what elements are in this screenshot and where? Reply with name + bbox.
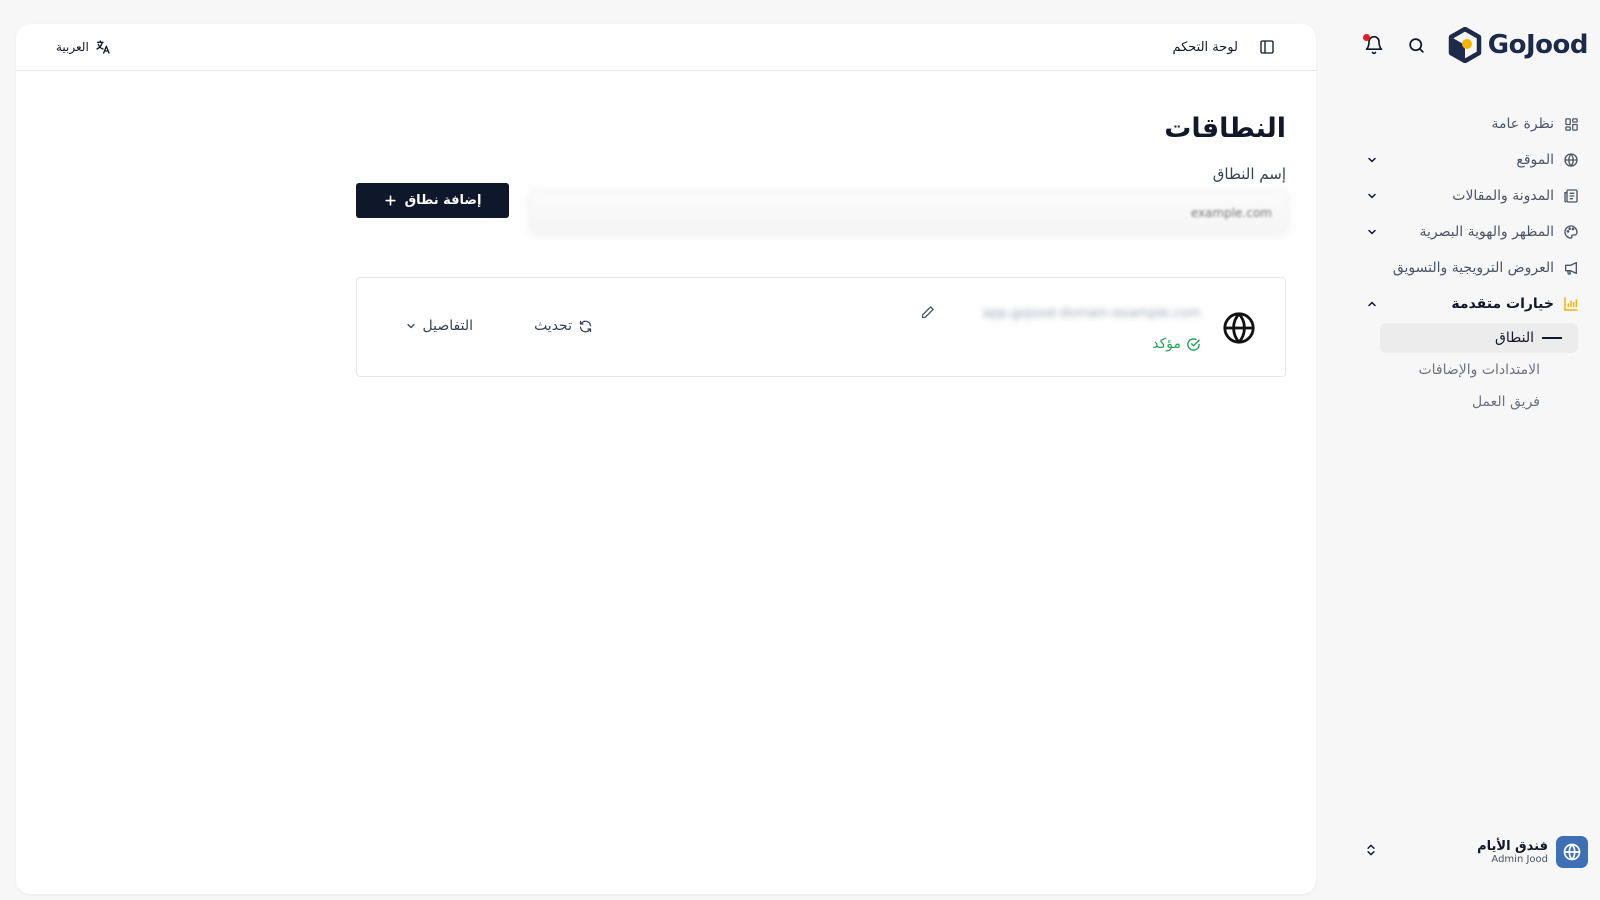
pencil-icon	[921, 305, 934, 318]
brand-logo[interactable]: GoJood	[1448, 27, 1589, 63]
chevron-down-icon[interactable]	[1364, 188, 1380, 204]
org-user: Admin Jood	[1491, 854, 1548, 865]
sidebar-tools	[1362, 33, 1428, 57]
add-domain-button[interactable]: إضافة نطاق	[356, 183, 509, 218]
domain-input[interactable]	[531, 193, 1286, 233]
sidebar-item-label: المدونة والمقالات	[1452, 188, 1554, 204]
status-badge: مؤكد	[1152, 336, 1181, 352]
sidebar-toggle-button[interactable]	[1258, 38, 1276, 56]
sidebar-item-label: خيارات متقدمة	[1451, 296, 1554, 312]
language-label: العربية	[56, 40, 89, 54]
sidebar-item-advanced[interactable]: خيارات متقدمة	[1350, 286, 1600, 322]
add-domain-form: إضافة نطاق	[356, 183, 1286, 237]
chevrons-up-down-icon	[1364, 841, 1378, 863]
org-switcher[interactable]: فندق الأيام Admin Jood	[1364, 832, 1588, 872]
domain-name-label: إسم النطاق	[1212, 165, 1286, 183]
org-info: فندق الأيام Admin Jood	[1477, 836, 1588, 868]
sidebar-subitem-extensions[interactable]: الامتدادات والإضافات	[1380, 355, 1578, 385]
org-avatar	[1556, 836, 1588, 868]
active-indicator	[1542, 337, 1562, 339]
domain-name: app.gojood-domain-example.com	[982, 306, 1202, 320]
notification-dot	[1363, 34, 1370, 41]
sidebar-subitem-team[interactable]: فريق العمل	[1380, 387, 1578, 417]
refresh-icon	[579, 320, 592, 332]
breadcrumb-dashboard[interactable]: لوحة التحكم	[1172, 40, 1238, 55]
edit-domain-button[interactable]	[919, 304, 935, 320]
sidebar-subitem-label: النطاق	[1495, 330, 1534, 346]
check-circle-icon	[1187, 337, 1200, 351]
gojood-logo-icon	[1448, 27, 1482, 63]
bar-chart-icon	[1562, 295, 1580, 313]
globe-icon	[1562, 151, 1580, 169]
refresh-label: تحديث	[534, 318, 572, 334]
sidebar-subitem-domain[interactable]: النطاق	[1380, 323, 1578, 353]
sidebar-subnav: النطاق الامتدادات والإضافات فريق العمل	[1350, 323, 1600, 417]
sidebar-subitem-label: الامتدادات والإضافات	[1418, 362, 1540, 378]
org-name: فندق الأيام	[1477, 839, 1548, 854]
org-text: فندق الأيام Admin Jood	[1477, 839, 1548, 865]
sidebar-item-blog[interactable]: المدونة والمقالات	[1350, 178, 1600, 214]
search-icon	[1408, 37, 1424, 53]
sidebar-item-appearance[interactable]: المظهر والهوية البصرية	[1350, 214, 1600, 250]
verified-status: مؤكد	[1152, 336, 1201, 352]
brand-name: GoJood	[1487, 30, 1589, 60]
domains-page: النطاقات إسم النطاق إضافة نطاق app.gojoo…	[356, 71, 1286, 377]
chevron-down-icon	[406, 323, 415, 329]
refresh-button[interactable]: تحديث	[534, 318, 593, 334]
add-domain-label: إضافة نطاق	[404, 193, 482, 208]
chevron-up-icon[interactable]	[1364, 296, 1380, 312]
main-panel: العربية لوحة التحكم النطاقات إسم النطاق …	[16, 24, 1316, 894]
translate-icon	[96, 40, 110, 54]
globe-icon	[1223, 312, 1255, 344]
chevron-down-icon[interactable]	[1364, 152, 1380, 168]
dashboard-grid-icon	[1562, 115, 1580, 133]
newspaper-icon	[1562, 187, 1580, 205]
topbar: العربية لوحة التحكم	[16, 24, 1316, 71]
details-toggle[interactable]: التفاصيل	[405, 318, 473, 334]
globe-icon	[1563, 843, 1581, 861]
breadcrumb: لوحة التحكم	[1172, 38, 1276, 56]
sidebar-item-label: الموقع	[1516, 152, 1554, 168]
chevron-down-icon[interactable]	[1364, 224, 1380, 240]
megaphone-icon	[1562, 259, 1580, 277]
sidebar-item-marketing[interactable]: العروض الترويجية والتسويق	[1350, 250, 1600, 286]
language-switcher[interactable]: العربية	[56, 39, 111, 55]
palette-icon	[1562, 223, 1580, 241]
notifications-button[interactable]	[1362, 33, 1386, 57]
sidebar-item-website[interactable]: الموقع	[1350, 142, 1600, 178]
plus-icon	[384, 195, 396, 206]
sidebar-item-overview[interactable]: نظرة عامة	[1350, 106, 1600, 142]
page-title: النطاقات	[1164, 113, 1286, 144]
sidebar-item-label: المظهر والهوية البصرية	[1419, 224, 1554, 240]
sidebar-item-label: نظرة عامة	[1491, 116, 1554, 132]
details-label: التفاصيل	[422, 318, 473, 334]
domain-card: app.gojood-domain-example.com مؤكد تحديث…	[356, 277, 1286, 377]
sidebar: GoJood نظرة عامة الموقع المدونة والمقالا…	[1350, 0, 1600, 900]
sidebar-nav: نظرة عامة الموقع المدونة والمقالات المظه…	[1350, 106, 1600, 419]
sidebar-header: GoJood	[1362, 22, 1589, 68]
panel-left-icon	[1260, 40, 1274, 54]
search-button[interactable]	[1404, 33, 1428, 57]
sidebar-item-label: العروض الترويجية والتسويق	[1392, 260, 1554, 276]
sidebar-subitem-label: فريق العمل	[1471, 394, 1540, 410]
